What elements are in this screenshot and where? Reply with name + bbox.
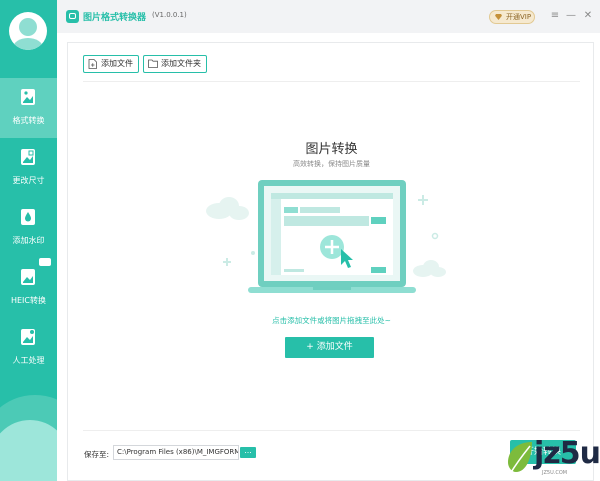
divider <box>83 430 580 431</box>
sparkle-icon <box>223 258 231 266</box>
page-title: 图片转换 <box>305 142 358 157</box>
sidebar-item-label: 格式转换 <box>12 116 45 125</box>
save-to-label: 保存至: <box>84 450 110 459</box>
sidebar-item-label: HEIC转换 <box>10 296 46 305</box>
watermark-text: jz5u <box>534 436 600 471</box>
page-subtitle: 高效转换，保持图片质量 <box>293 160 370 168</box>
image-resize-icon <box>21 149 35 165</box>
image-convert-icon <box>21 89 35 105</box>
avatar-head-icon <box>19 18 37 36</box>
sidebar-item-manual[interactable]: 人工处理 <box>0 318 57 378</box>
menu-icon[interactable]: ≡ <box>549 9 561 23</box>
site-watermark: jz5u JZ5U.COM <box>502 436 600 481</box>
app-version: (V1.0.0.1) <box>152 11 187 19</box>
sidebar-item-heic[interactable]: HEIC转换 <box>0 258 57 318</box>
sparkle-icon <box>431 232 439 240</box>
avatar-body-icon <box>13 38 43 50</box>
leaf-logo-icon <box>508 442 532 475</box>
sidebar-item-label: 添加水印 <box>12 236 45 245</box>
divider <box>83 81 580 82</box>
minimize-icon[interactable]: — <box>565 9 577 23</box>
add-folder-label: 添加文件夹 <box>161 59 201 68</box>
vip-button[interactable]: 开通VIP <box>489 10 535 24</box>
watermark-subtext: JZ5U.COM <box>542 470 568 476</box>
sidebar-item-resize[interactable]: 更改尺寸 <box>0 138 57 198</box>
title-bar: 图片格式转换器 (V1.0.0.1) 开通VIP ≡ — ✕ <box>57 0 600 33</box>
main-panel: 添加文件 添加文件夹 图片转换 高效转换，保持图片质量 点击添加文件或将图片拖拽… <box>67 42 594 481</box>
sidebar-item-label: 更改尺寸 <box>12 176 45 185</box>
browse-button[interactable]: ... <box>240 447 256 458</box>
cloud-icon <box>206 197 249 220</box>
sidebar-item-watermark[interactable]: 添加水印 <box>0 198 57 258</box>
add-file-toolbar-label: 添加文件 <box>101 59 133 68</box>
vip-button-label: 开通VIP <box>506 13 532 21</box>
add-file-button[interactable]: + 添加文件 <box>285 337 374 358</box>
sidebar: 格式转换 更改尺寸 添加水印 HEIC转换 人工处理 <box>0 0 57 481</box>
close-icon[interactable]: ✕ <box>582 9 594 23</box>
sparkle-icon <box>418 195 428 205</box>
add-file-toolbar-button[interactable]: 添加文件 <box>83 55 139 73</box>
decorative-hill <box>0 420 57 481</box>
watermark-icon <box>21 209 35 225</box>
heic-badge <box>39 258 51 266</box>
folder-icon <box>148 59 158 68</box>
heic-icon <box>21 269 35 285</box>
diamond-icon <box>495 14 502 20</box>
sidebar-item-format-convert[interactable]: 格式转换 <box>0 78 57 138</box>
drop-zone-illustration[interactable] <box>203 173 463 303</box>
sparkle-icon <box>251 251 255 255</box>
app-name: 图片格式转换器 <box>83 13 147 23</box>
file-add-icon <box>88 59 97 69</box>
save-path-field[interactable]: C:\Program Files (x86)\M_IMGFORMAT <box>113 445 239 460</box>
app-logo-icon <box>66 10 79 23</box>
add-folder-button[interactable]: 添加文件夹 <box>143 55 207 73</box>
avatar[interactable] <box>9 12 47 50</box>
cloud-icon <box>413 260 446 277</box>
manual-process-icon <box>21 329 35 345</box>
drop-hint: 点击添加文件或将图片拖拽至此处~ <box>272 316 391 325</box>
sidebar-item-label: 人工处理 <box>12 356 45 365</box>
